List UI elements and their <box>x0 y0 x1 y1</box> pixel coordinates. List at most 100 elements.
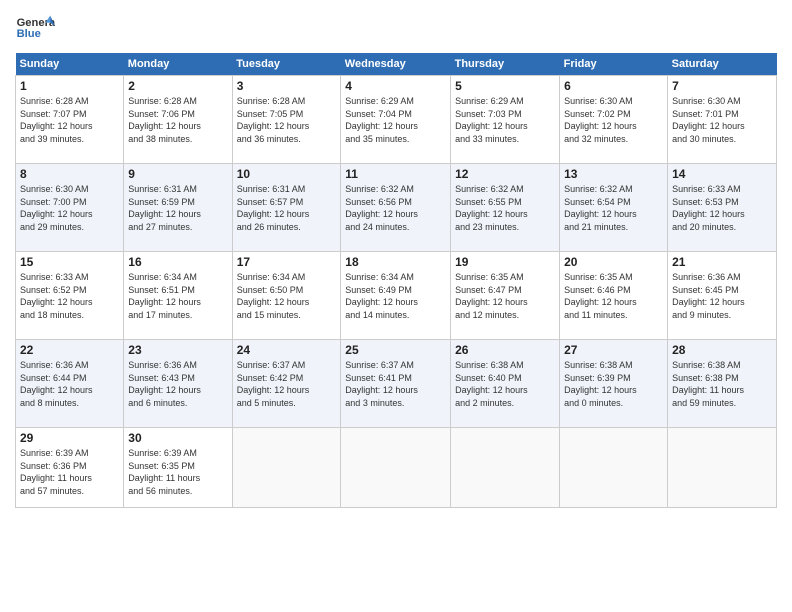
calendar-cell: 9 Sunrise: 6:31 AMSunset: 6:59 PMDaylight… <box>124 164 232 252</box>
day-info: Sunrise: 6:28 AMSunset: 7:06 PMDaylight:… <box>128 95 227 145</box>
day-number: 15 <box>20 255 119 269</box>
calendar-cell <box>451 428 560 508</box>
day-info: Sunrise: 6:36 AMSunset: 6:44 PMDaylight:… <box>20 359 119 409</box>
calendar-cell: 30 Sunrise: 6:39 AMSunset: 6:35 PMDayligh… <box>124 428 232 508</box>
calendar-cell: 3Sunrise: 6:28 AMSunset: 7:05 PMDaylight… <box>232 76 341 164</box>
day-info: Sunrise: 6:37 AMSunset: 6:41 PMDaylight:… <box>345 359 446 409</box>
logo-icon: General Blue <box>15 10 55 45</box>
day-number: 7 <box>672 79 772 93</box>
logo: General Blue <box>15 10 59 45</box>
calendar-week-row: 8 Sunrise: 6:30 AMSunset: 7:00 PMDaylight… <box>16 164 777 252</box>
day-number: 16 <box>128 255 227 269</box>
day-number: 10 <box>237 167 337 181</box>
day-info: Sunrise: 6:35 AMSunset: 6:46 PMDaylight:… <box>564 271 663 321</box>
calendar-cell: 29 Sunrise: 6:39 AMSunset: 6:36 PMDayligh… <box>16 428 124 508</box>
day-info: Sunrise: 6:30 AMSunset: 7:02 PMDaylight:… <box>564 95 663 145</box>
day-number: 17 <box>237 255 337 269</box>
day-number: 12 <box>455 167 555 181</box>
day-number: 18 <box>345 255 446 269</box>
calendar-cell: 20 Sunrise: 6:35 AMSunset: 6:46 PMDayligh… <box>560 252 668 340</box>
calendar-cell: 12 Sunrise: 6:32 AMSunset: 6:55 PMDayligh… <box>451 164 560 252</box>
calendar-cell: 26 Sunrise: 6:38 AMSunset: 6:40 PMDayligh… <box>451 340 560 428</box>
day-number: 13 <box>564 167 663 181</box>
svg-text:Blue: Blue <box>17 28 41 40</box>
day-header-wednesday: Wednesday <box>341 53 451 76</box>
day-info: Sunrise: 6:28 AMSunset: 7:05 PMDaylight:… <box>237 95 337 145</box>
day-info: Sunrise: 6:31 AMSunset: 6:57 PMDaylight:… <box>237 183 337 233</box>
day-info: Sunrise: 6:38 AMSunset: 6:40 PMDaylight:… <box>455 359 555 409</box>
day-number: 22 <box>20 343 119 357</box>
day-info: Sunrise: 6:30 AMSunset: 7:00 PMDaylight:… <box>20 183 119 233</box>
calendar-cell: 17 Sunrise: 6:34 AMSunset: 6:50 PMDayligh… <box>232 252 341 340</box>
day-number: 23 <box>128 343 227 357</box>
day-number: 9 <box>128 167 227 181</box>
calendar-cell <box>560 428 668 508</box>
day-number: 19 <box>455 255 555 269</box>
day-number: 30 <box>128 431 227 445</box>
calendar-cell <box>232 428 341 508</box>
calendar-cell: 10 Sunrise: 6:31 AMSunset: 6:57 PMDayligh… <box>232 164 341 252</box>
calendar-cell: 24 Sunrise: 6:37 AMSunset: 6:42 PMDayligh… <box>232 340 341 428</box>
day-number: 6 <box>564 79 663 93</box>
day-number: 26 <box>455 343 555 357</box>
calendar-cell <box>341 428 451 508</box>
calendar-cell: 16 Sunrise: 6:34 AMSunset: 6:51 PMDayligh… <box>124 252 232 340</box>
day-info: Sunrise: 6:32 AMSunset: 6:55 PMDaylight:… <box>455 183 555 233</box>
day-number: 2 <box>128 79 227 93</box>
day-info: Sunrise: 6:28 AMSunset: 7:07 PMDaylight:… <box>20 95 119 145</box>
day-info: Sunrise: 6:29 AMSunset: 7:03 PMDaylight:… <box>455 95 555 145</box>
day-header-saturday: Saturday <box>668 53 777 76</box>
day-info: Sunrise: 6:38 AMSunset: 6:39 PMDaylight:… <box>564 359 663 409</box>
day-header-monday: Monday <box>124 53 232 76</box>
calendar-cell: 7 Sunrise: 6:30 AMSunset: 7:01 PMDaylight… <box>668 76 777 164</box>
day-info: Sunrise: 6:34 AMSunset: 6:51 PMDaylight:… <box>128 271 227 321</box>
calendar-cell: 22 Sunrise: 6:36 AMSunset: 6:44 PMDayligh… <box>16 340 124 428</box>
calendar-cell: 23 Sunrise: 6:36 AMSunset: 6:43 PMDayligh… <box>124 340 232 428</box>
calendar-header-row: SundayMondayTuesdayWednesdayThursdayFrid… <box>16 53 777 76</box>
day-header-thursday: Thursday <box>451 53 560 76</box>
calendar-cell: 5 Sunrise: 6:29 AMSunset: 7:03 PMDaylight… <box>451 76 560 164</box>
calendar-week-row: 29 Sunrise: 6:39 AMSunset: 6:36 PMDayligh… <box>16 428 777 508</box>
calendar-cell: 6 Sunrise: 6:30 AMSunset: 7:02 PMDaylight… <box>560 76 668 164</box>
day-info: Sunrise: 6:36 AMSunset: 6:43 PMDaylight:… <box>128 359 227 409</box>
day-header-friday: Friday <box>560 53 668 76</box>
calendar-cell: 25 Sunrise: 6:37 AMSunset: 6:41 PMDayligh… <box>341 340 451 428</box>
calendar-cell <box>668 428 777 508</box>
calendar-cell: 4 Sunrise: 6:29 AMSunset: 7:04 PMDaylight… <box>341 76 451 164</box>
day-info: Sunrise: 6:33 AMSunset: 6:53 PMDaylight:… <box>672 183 772 233</box>
day-number: 24 <box>237 343 337 357</box>
day-info: Sunrise: 6:32 AMSunset: 6:54 PMDaylight:… <box>564 183 663 233</box>
calendar-week-row: 15 Sunrise: 6:33 AMSunset: 6:52 PMDayligh… <box>16 252 777 340</box>
calendar-cell: 21Sunrise: 6:36 AMSunset: 6:45 PMDayligh… <box>668 252 777 340</box>
day-number: 21 <box>672 255 772 269</box>
day-header-sunday: Sunday <box>16 53 124 76</box>
day-number: 29 <box>20 431 119 445</box>
calendar-cell: 2 Sunrise: 6:28 AMSunset: 7:06 PMDaylight… <box>124 76 232 164</box>
day-number: 25 <box>345 343 446 357</box>
day-number: 14 <box>672 167 772 181</box>
day-info: Sunrise: 6:32 AMSunset: 6:56 PMDaylight:… <box>345 183 446 233</box>
day-info: Sunrise: 6:34 AMSunset: 6:49 PMDaylight:… <box>345 271 446 321</box>
day-info: Sunrise: 6:31 AMSunset: 6:59 PMDaylight:… <box>128 183 227 233</box>
day-number: 27 <box>564 343 663 357</box>
day-info: Sunrise: 6:34 AMSunset: 6:50 PMDaylight:… <box>237 271 337 321</box>
calendar-cell: 14 Sunrise: 6:33 AMSunset: 6:53 PMDayligh… <box>668 164 777 252</box>
day-info: Sunrise: 6:38 AMSunset: 6:38 PMDaylight:… <box>672 359 772 409</box>
day-header-tuesday: Tuesday <box>232 53 341 76</box>
day-number: 5 <box>455 79 555 93</box>
calendar-cell: 15 Sunrise: 6:33 AMSunset: 6:52 PMDayligh… <box>16 252 124 340</box>
day-info: Sunrise: 6:30 AMSunset: 7:01 PMDaylight:… <box>672 95 772 145</box>
day-info: Sunrise: 6:37 AMSunset: 6:42 PMDaylight:… <box>237 359 337 409</box>
day-info: Sunrise: 6:33 AMSunset: 6:52 PMDaylight:… <box>20 271 119 321</box>
day-number: 11 <box>345 167 446 181</box>
day-info: Sunrise: 6:35 AMSunset: 6:47 PMDaylight:… <box>455 271 555 321</box>
calendar-cell: 11 Sunrise: 6:32 AMSunset: 6:56 PMDayligh… <box>341 164 451 252</box>
day-number: 20 <box>564 255 663 269</box>
calendar-cell: 28Sunrise: 6:38 AMSunset: 6:38 PMDayligh… <box>668 340 777 428</box>
day-info: Sunrise: 6:29 AMSunset: 7:04 PMDaylight:… <box>345 95 446 145</box>
page-container: General Blue SundayMondayTuesdayWednesda… <box>0 0 792 518</box>
day-info: Sunrise: 6:39 AMSunset: 6:35 PMDaylight:… <box>128 447 227 497</box>
day-number: 8 <box>20 167 119 181</box>
day-number: 4 <box>345 79 446 93</box>
day-info: Sunrise: 6:39 AMSunset: 6:36 PMDaylight:… <box>20 447 119 497</box>
